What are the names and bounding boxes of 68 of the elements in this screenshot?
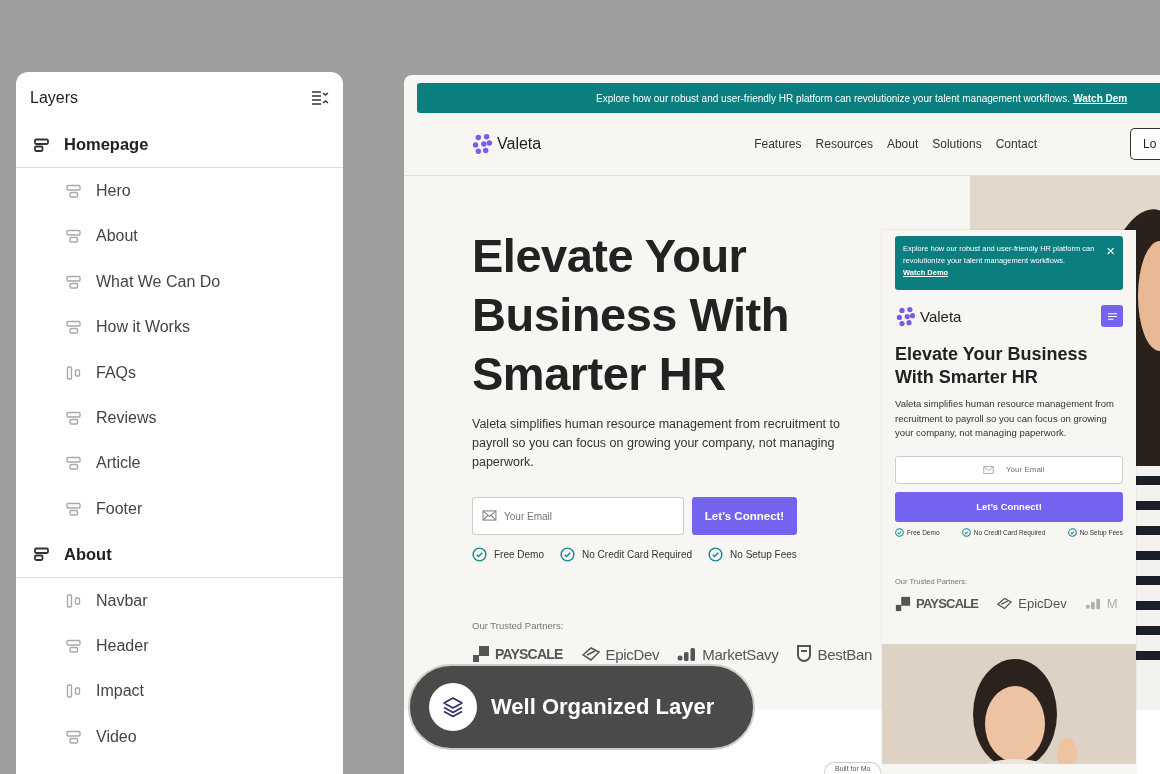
layer-stack-icon [34, 547, 50, 562]
brand-name: Valeta [920, 307, 962, 325]
shield-logo-icon [796, 644, 813, 664]
layer-stack-icon [66, 320, 82, 335]
layer-item[interactable]: How it Works [16, 304, 343, 350]
check-circle-icon [472, 547, 487, 562]
nav-link[interactable]: About [886, 137, 919, 151]
feature-label: No Credit Card Required [582, 549, 693, 560]
hero-title: Elevate Your Business With Smarter HR [472, 228, 790, 402]
watch-demo-link[interactable]: Watch Dem [1073, 92, 1128, 104]
layer-item[interactable]: Footer [16, 486, 343, 532]
login-button[interactable]: Lo [1130, 128, 1160, 160]
announcement-text: Explore how our robust and user-friendly HR platform can revolutionize your talent management workflows. [596, 92, 1071, 104]
feature-label: No Setup Fees [730, 549, 797, 560]
layer-stack-icon [66, 456, 82, 471]
check-circle-icon [895, 527, 904, 537]
layer-item[interactable]: FAQs [16, 349, 343, 396]
layer-stack-icon [66, 729, 82, 744]
layer-item[interactable]: Hero [16, 168, 343, 214]
panel-title: Layers [30, 89, 79, 107]
layer-item[interactable]: Impact [16, 668, 343, 715]
squares-logo-icon [472, 645, 490, 663]
check-circle-icon [708, 547, 724, 562]
partners-label: Our Trusted Partners: [472, 620, 565, 631]
partner-name: EpicDev [605, 645, 660, 663]
layer-item[interactable]: Video [16, 714, 343, 760]
hero-description: Valeta simplifies human resource management from recruitment to payroll so you can focus on growing your company, not managing paperwork. [472, 416, 841, 471]
layers-icon [441, 695, 465, 719]
layer-stack-icon [66, 639, 82, 653]
layer-item[interactable]: What We Can Do [16, 259, 343, 305]
badge-label: Well Organized Layer [491, 694, 715, 720]
arrows-logo-icon [580, 645, 601, 663]
connect-button[interactable]: Let’s Connect! [692, 497, 797, 535]
nav-link[interactable]: Contact [995, 137, 1037, 151]
layer-stack-icon [34, 137, 50, 152]
partner-name: PAYSCALE [495, 646, 563, 662]
squares-logo-icon [895, 595, 911, 612]
email-field[interactable]: Your Email [472, 497, 684, 535]
nav-link[interactable]: Resources [815, 137, 873, 151]
layer-item[interactable]: Header [16, 623, 343, 669]
partner-name: PAYSCALE [916, 596, 979, 611]
check-circle-icon [961, 527, 971, 537]
feature-label: Free Demo [494, 549, 544, 560]
collapse-all-icon[interactable] [311, 90, 329, 106]
layer-stack-icon [66, 274, 82, 289]
mail-icon [482, 510, 497, 521]
layer-stack-icon [66, 184, 82, 199]
layer-columns-icon [66, 365, 82, 380]
layer-item[interactable]: Reviews [16, 395, 343, 441]
layer-item[interactable]: About [16, 531, 343, 578]
brand-name: Valeta [497, 135, 542, 153]
nav-link[interactable]: Features [754, 137, 802, 151]
check-circle-icon [560, 547, 575, 562]
partner-name: BestBan [817, 645, 873, 663]
logo-icon [471, 133, 493, 155]
layer-columns-icon [66, 684, 82, 699]
layer-stack-icon [66, 501, 82, 516]
layer-item[interactable]: About [16, 213, 343, 260]
partner-name: MarketSavy [702, 645, 779, 663]
layer-item[interactable]: Homepage [16, 122, 343, 169]
bars-logo-icon [677, 646, 698, 662]
layer-stack-icon [66, 229, 82, 244]
layer-columns-icon [66, 593, 82, 608]
layer-item[interactable]: Article [16, 440, 343, 487]
nav-link[interactable]: Solutions [932, 137, 982, 151]
layer-stack-icon [66, 411, 82, 426]
logo-icon [895, 305, 916, 327]
layer-item[interactable]: Navbar [16, 577, 343, 624]
